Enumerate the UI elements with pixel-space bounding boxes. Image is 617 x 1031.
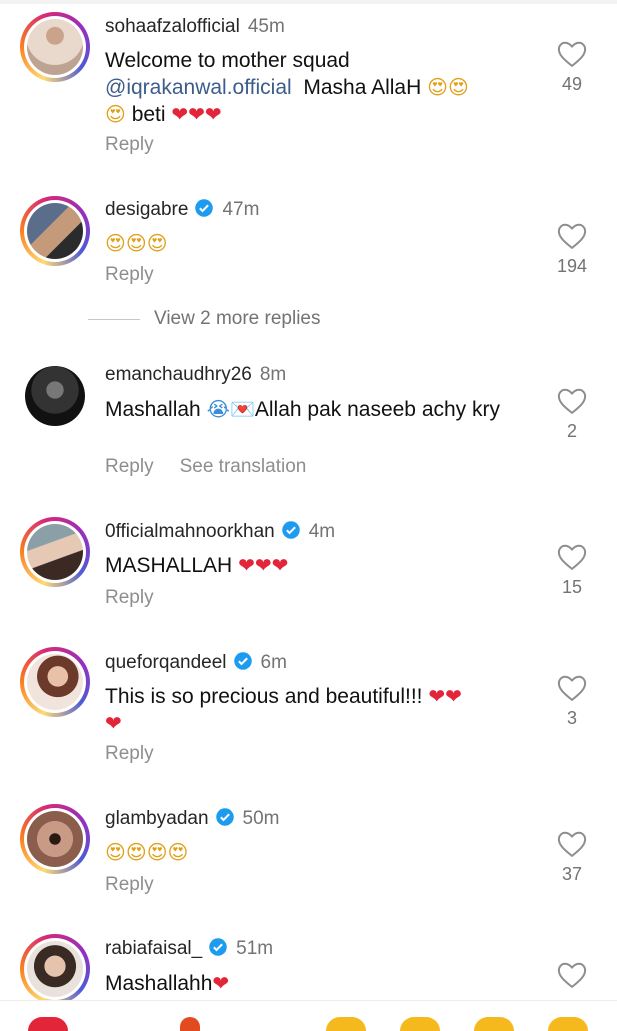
verified-badge-icon — [209, 938, 227, 956]
view-more-label: View 2 more replies — [154, 308, 321, 329]
like-count: 2 — [566, 421, 577, 441]
username[interactable]: glambyadan — [105, 808, 209, 829]
avatar[interactable] — [20, 517, 90, 587]
timestamp: 8m — [259, 364, 287, 385]
emoji-reaction-bar — [0, 1000, 617, 1031]
smile-emoji[interactable] — [474, 1017, 514, 1031]
reply-button[interactable]: Reply — [105, 587, 154, 608]
comment-text: This is so precious and beautiful!!! ❤❤ … — [105, 684, 462, 735]
heart-outline-icon — [557, 675, 587, 702]
red-heart-emoji: ❤ — [212, 971, 230, 995]
see-translation-button[interactable]: See translation — [180, 456, 307, 477]
red-heart-emoji[interactable] — [28, 1017, 68, 1031]
like-button[interactable]: 2 — [552, 387, 592, 442]
smile-emoji[interactable] — [400, 1017, 440, 1031]
red-heart-emoji: ❤❤ — [428, 684, 462, 708]
verified-badge-icon — [195, 199, 214, 217]
smile-emoji[interactable] — [548, 1017, 588, 1031]
comment-text: 😍😍😍😍 — [105, 839, 525, 866]
avatar[interactable] — [20, 804, 90, 874]
like-count: 37 — [561, 864, 583, 884]
avatar[interactable] — [20, 196, 90, 266]
reply-button[interactable]: Reply — [105, 264, 154, 285]
red-heart-emoji: ❤❤❤ — [171, 102, 222, 126]
username[interactable]: rabiafaisal_ — [105, 938, 202, 959]
heart-outline-icon — [557, 41, 587, 68]
avatar[interactable] — [20, 12, 90, 82]
mention-link[interactable]: @iqrakanwal.official — [105, 76, 292, 99]
heart-outline-icon — [557, 831, 587, 858]
timestamp: 4m — [308, 521, 336, 542]
like-button[interactable] — [552, 961, 592, 989]
view-more-replies[interactable]: View 2 more replies — [88, 308, 388, 332]
timestamp: 51m — [236, 938, 274, 959]
fire-emoji[interactable] — [180, 1017, 200, 1031]
smile-emoji[interactable] — [326, 1017, 366, 1031]
comment-text: 😍😍😍 — [105, 230, 525, 257]
heart-outline-icon — [557, 223, 587, 250]
username[interactable]: desigabre — [105, 199, 188, 220]
username[interactable]: sohaafzalofficial — [105, 16, 240, 37]
timestamp: 47m — [222, 199, 260, 220]
like-button[interactable]: 3 — [552, 674, 592, 729]
reply-button[interactable]: Reply — [105, 743, 154, 764]
heart-outline-icon — [557, 388, 587, 415]
heart-outline-icon — [557, 544, 587, 571]
timestamp: 50m — [242, 808, 280, 829]
crying-emoji: 😭 — [206, 397, 230, 421]
heart-eyes-emoji: 😍😍😍 — [105, 231, 168, 255]
reply-button[interactable]: Reply — [105, 456, 154, 477]
heart-eyes-emoji: 😍😍 — [427, 75, 469, 99]
like-button[interactable]: 49 — [552, 40, 592, 95]
like-button[interactable]: 15 — [552, 543, 592, 598]
red-heart-emoji: ❤ — [105, 711, 122, 735]
comment-text: Mashallah 😭💌Allah pak naseeb achy kry — [105, 397, 500, 421]
divider-line — [88, 319, 140, 320]
comment-text: Welcome to mother squad @iqrakanwal.offi… — [105, 49, 469, 126]
timestamp: 6m — [260, 652, 287, 673]
like-count: 3 — [566, 708, 577, 728]
username[interactable]: queforqandeel — [105, 652, 227, 673]
like-button[interactable]: 194 — [552, 222, 592, 277]
verified-badge-icon — [281, 521, 300, 539]
heart-eyes-emoji: 😍 — [105, 102, 126, 126]
avatar[interactable] — [20, 934, 90, 1004]
heart-outline-icon — [557, 962, 587, 989]
verified-badge-icon — [233, 652, 252, 670]
verified-badge-icon — [215, 808, 234, 826]
reply-button[interactable]: Reply — [105, 874, 154, 895]
like-count: 15 — [561, 577, 583, 597]
avatar[interactable] — [20, 647, 90, 717]
like-count: 49 — [561, 74, 583, 94]
timestamp: 45m — [247, 16, 285, 37]
like-button[interactable]: 37 — [552, 830, 592, 885]
username[interactable]: emanchaudhry26 — [105, 364, 252, 385]
comment-text: Mashallahh❤ — [105, 971, 230, 995]
top-divider — [0, 0, 617, 4]
reply-button[interactable]: Reply — [105, 134, 154, 155]
heart-eyes-emoji: 😍😍😍😍 — [105, 840, 189, 864]
like-count: 194 — [556, 256, 588, 276]
avatar[interactable] — [25, 366, 85, 426]
love-letter-emoji: 💌 — [229, 397, 255, 421]
red-heart-emoji: ❤❤❤ — [238, 553, 289, 577]
comment-text: MASHALLAH ❤❤❤ — [105, 553, 289, 577]
username[interactable]: 0fficialmahnoorkhan — [105, 521, 275, 542]
